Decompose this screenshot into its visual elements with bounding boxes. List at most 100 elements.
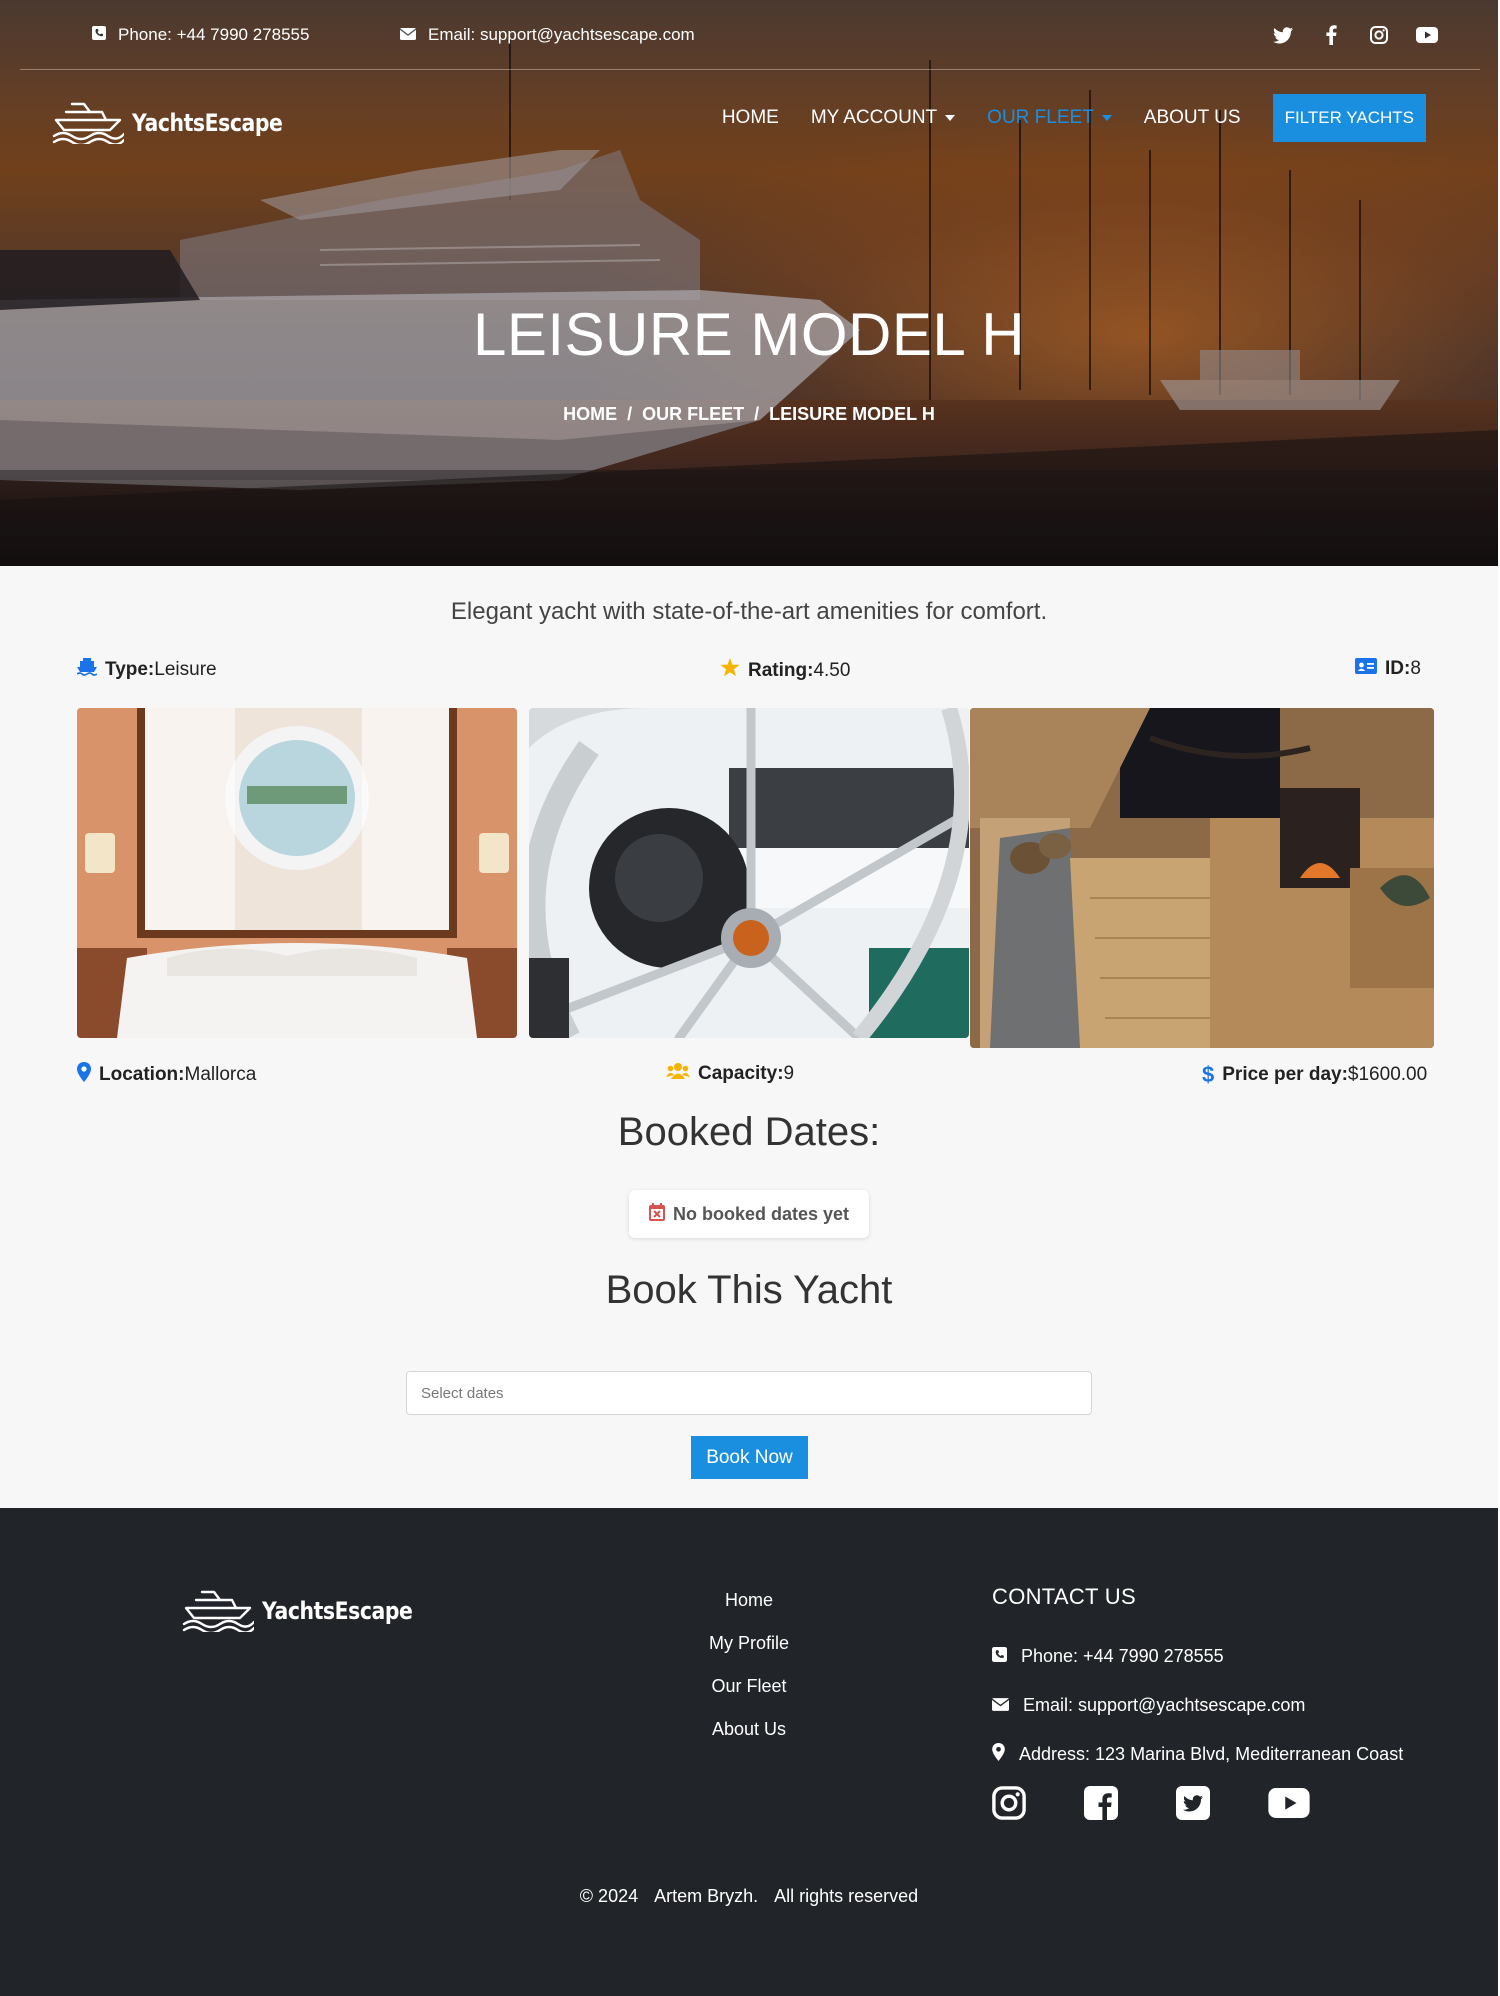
dollar-icon: $	[1202, 1062, 1215, 1087]
footer-link-home[interactable]: Home	[649, 1590, 849, 1633]
brand-name: YachtsEscape	[132, 108, 283, 137]
footer-link-our-fleet[interactable]: Our Fleet	[649, 1676, 849, 1719]
nav-my-account-label: MY ACCOUNT	[810, 107, 938, 128]
youtube-icon[interactable]	[1268, 1788, 1310, 1823]
date-picker-input[interactable]	[406, 1371, 1092, 1415]
id-card-icon	[1355, 658, 1377, 680]
envelope-icon	[399, 25, 417, 45]
breadcrumb-separator: /	[627, 404, 633, 424]
footer-link-about-us[interactable]: About Us	[649, 1719, 849, 1762]
nav-home-label: HOME	[721, 107, 779, 128]
no-booked-dates-text: No booked dates yet	[672, 1203, 850, 1224]
users-icon	[666, 1062, 690, 1086]
yacht-logo-icon	[52, 96, 126, 149]
hero-banner: Phone: +44 7990 278555 Email: support@ya…	[0, 0, 1498, 566]
footer-contact: CONTACT US Phone: +44 7990 278555 Email:…	[991, 1584, 1403, 1779]
gallery-photo-cabin[interactable]	[77, 708, 517, 1038]
nav-about-us-label: ABOUT US	[1143, 107, 1241, 128]
copyright: © 2024 Artem Bryzh. All rights reserved	[0, 1886, 1498, 1907]
footer-link-my-profile[interactable]: My Profile	[649, 1633, 849, 1676]
map-pin-icon	[992, 1743, 1005, 1766]
main-nav: HOME MY ACCOUNT OUR FLEET ABOUT US FILTE…	[722, 94, 1498, 142]
yacht-capacity: Capacity: 9	[666, 1062, 794, 1086]
footer: YachtsEscape Home My Profile Our Fleet A…	[0, 1508, 1498, 1996]
instagram-icon[interactable]	[1368, 24, 1390, 46]
twitter-icon[interactable]	[1176, 1786, 1210, 1825]
footer-email-text: Email: support@yachtsescape.com	[1023, 1695, 1306, 1715]
gallery-photo-helm[interactable]	[529, 708, 969, 1038]
capacity-value: 9	[783, 1063, 795, 1084]
phone-icon	[992, 1646, 1007, 1667]
topbar-email: Email: support@yachtsescape.com	[399, 25, 695, 45]
footer-address-text: Address: 123 Marina Blvd, Mediterranean …	[1019, 1744, 1404, 1764]
breadcrumb-current: LEISURE MODEL H	[769, 404, 935, 424]
map-pin-icon	[77, 1062, 91, 1088]
nav-our-fleet[interactable]: OUR FLEET	[987, 107, 1112, 129]
footer-address: Address: 123 Marina Blvd, Mediterranean …	[992, 1730, 1403, 1779]
yacht-id: ID: 8	[1355, 658, 1421, 680]
nav-my-account[interactable]: MY ACCOUNT	[810, 107, 956, 129]
nav-about-us[interactable]: ABOUT US	[1144, 107, 1241, 129]
phone-icon	[92, 25, 106, 45]
no-booked-dates-notice: No booked dates yet	[629, 1190, 869, 1238]
breadcrumb-home[interactable]: HOME	[563, 404, 617, 424]
footer-links: Home My Profile Our Fleet About Us	[649, 1590, 849, 1762]
facebook-icon[interactable]	[1320, 24, 1342, 46]
topbar: Phone: +44 7990 278555 Email: support@ya…	[20, 0, 1480, 70]
facebook-icon[interactable]	[1084, 1786, 1118, 1825]
footer-logo[interactable]: YachtsEscape	[182, 1584, 439, 1637]
instagram-icon[interactable]	[992, 1786, 1026, 1825]
yacht-rating: Rating: 4.50	[720, 658, 850, 683]
footer-socials	[992, 1786, 1310, 1825]
contact-us-heading: CONTACT US	[992, 1584, 1136, 1609]
price-value: $1600.00	[1347, 1064, 1428, 1085]
id-value: 8	[1410, 658, 1421, 679]
calendar-x-icon	[648, 1202, 665, 1226]
envelope-icon	[991, 1695, 1010, 1716]
breadcrumb-our-fleet[interactable]: OUR FLEET	[642, 404, 744, 424]
copyright-year: © 2024	[579, 1886, 639, 1906]
yacht-logo-icon	[182, 1584, 256, 1637]
rating-value: 4.50	[813, 659, 851, 681]
type-value: Leisure	[154, 659, 217, 680]
nav-home[interactable]: HOME	[722, 107, 779, 129]
price-label: Price per day:	[1222, 1064, 1348, 1085]
footer-brand-name: YachtsEscape	[262, 1596, 413, 1625]
filter-yachts-button[interactable]: FILTER YACHTS	[1272, 94, 1426, 142]
page: Phone: +44 7990 278555 Email: support@ya…	[0, 0, 1498, 1996]
footer-phone: Phone: +44 7990 278555	[992, 1632, 1403, 1681]
location-label: Location:	[99, 1064, 185, 1085]
navbar: YachtsEscape HOME MY ACCOUNT OUR FLEET A…	[0, 72, 1498, 166]
star-icon	[720, 658, 740, 683]
topbar-email-text: Email: support@yachtsescape.com	[428, 25, 695, 44]
copyright-author: Artem Bryzh.	[654, 1886, 759, 1906]
yacht-description: Elegant yacht with state-of-the-art amen…	[450, 598, 1048, 625]
copyright-rights: All rights reserved	[774, 1886, 919, 1906]
page-title: LEISURE MODEL H	[472, 301, 1026, 368]
topbar-socials	[1272, 24, 1438, 46]
yacht-type: Type: Leisure	[76, 658, 217, 682]
id-label: ID:	[1385, 658, 1411, 679]
youtube-icon[interactable]	[1416, 24, 1438, 46]
chevron-down-icon	[1101, 115, 1112, 121]
ship-icon	[76, 658, 98, 682]
book-now-button[interactable]: Book Now	[691, 1436, 808, 1479]
capacity-label: Capacity:	[698, 1063, 784, 1084]
chevron-down-icon	[945, 115, 956, 121]
footer-email: Email: support@yachtsescape.com	[991, 1681, 1403, 1730]
location-value: Mallorca	[184, 1064, 257, 1085]
nav-our-fleet-label: OUR FLEET	[987, 107, 1094, 128]
topbar-phone: Phone: +44 7990 278555	[92, 25, 309, 45]
twitter-icon[interactable]	[1272, 24, 1294, 46]
yacht-location: Location: Mallorca	[77, 1062, 256, 1088]
type-label: Type:	[105, 659, 155, 680]
logo[interactable]: YachtsEscape	[52, 96, 309, 149]
book-yacht-title: Book This Yacht	[605, 1268, 893, 1312]
topbar-phone-text: Phone: +44 7990 278555	[118, 25, 310, 44]
footer-phone-text: Phone: +44 7990 278555	[1021, 1646, 1224, 1666]
booked-dates-title: Booked Dates:	[617, 1110, 881, 1154]
yacht-price: $ Price per day: $1600.00	[1202, 1062, 1427, 1088]
breadcrumb: HOME / OUR FLEET / LEISURE MODEL H	[0, 404, 1498, 425]
gallery-photo-deck[interactable]	[970, 708, 1434, 1048]
breadcrumb-separator: /	[754, 404, 760, 424]
